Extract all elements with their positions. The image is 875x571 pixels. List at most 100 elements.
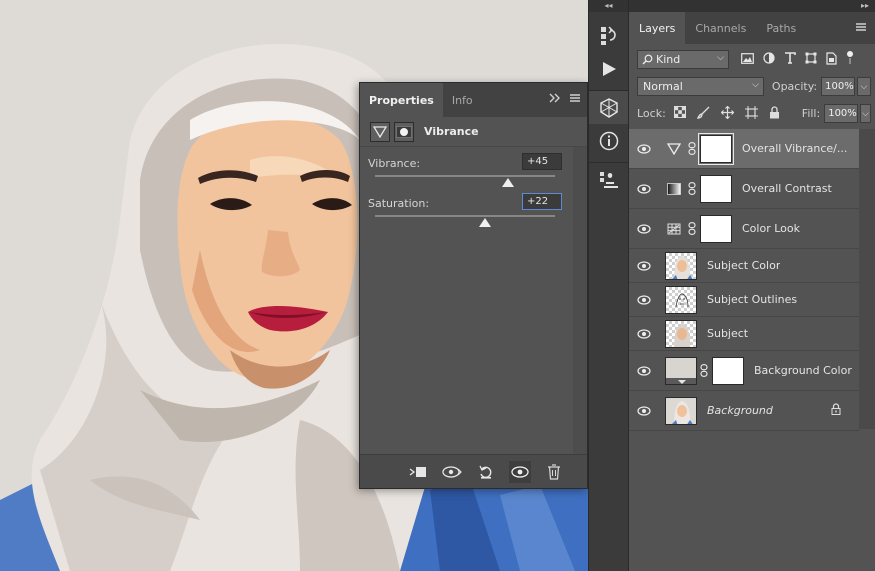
layer-background-color[interactable]: Background Color bbox=[629, 351, 859, 391]
lock-fill-row: Lock: Fill: 100% ⌵ bbox=[629, 100, 875, 127]
layer-name: Subject Outlines bbox=[707, 293, 798, 306]
properties-footer bbox=[360, 454, 587, 488]
tab-layers[interactable]: Layers bbox=[629, 12, 686, 44]
lock-transparent-icon[interactable] bbox=[673, 106, 686, 121]
filter-kind-select[interactable]: Kind ⌵ bbox=[637, 50, 729, 69]
tab-paths[interactable]: Paths bbox=[756, 12, 806, 44]
eye-icon[interactable] bbox=[629, 143, 659, 154]
layer-thumbnail[interactable] bbox=[665, 251, 697, 280]
layers-menu-icon[interactable] bbox=[855, 22, 867, 35]
filter-kind-value: Kind bbox=[656, 53, 681, 66]
lock-all-icon[interactable] bbox=[769, 105, 780, 122]
collapse-layers-icon[interactable]: ▸▸ bbox=[629, 0, 875, 12]
link-icon[interactable] bbox=[687, 222, 697, 235]
saturation-value-field[interactable]: +22 bbox=[522, 193, 562, 210]
vibrance-label: Vibrance: bbox=[368, 157, 421, 170]
filter-type-icon[interactable] bbox=[784, 52, 796, 67]
layer-subject-color[interactable]: Subject Color bbox=[629, 249, 859, 283]
blend-opacity-row: Normal ⌵ Opacity: 100% ⌵ bbox=[629, 73, 875, 100]
layer-mask-thumbnail[interactable] bbox=[712, 356, 744, 385]
layer-subject-outlines[interactable]: Subject Outlines bbox=[629, 283, 859, 317]
levels-layer-icon bbox=[663, 182, 685, 195]
blend-mode-select[interactable]: Normal ⌵ bbox=[637, 77, 764, 96]
clip-to-layer-icon[interactable] bbox=[407, 461, 429, 483]
link-icon[interactable] bbox=[687, 182, 697, 195]
eye-icon[interactable] bbox=[629, 365, 659, 376]
filter-smart-object-icon[interactable] bbox=[826, 51, 837, 68]
lock-artboard-icon[interactable] bbox=[744, 105, 758, 122]
layer-list: Overall Vibrance/... Overall Contrast Co… bbox=[629, 129, 859, 431]
lock-position-icon[interactable] bbox=[720, 105, 735, 122]
history-panel-icon[interactable] bbox=[589, 18, 629, 52]
color-lookup-layer-icon bbox=[663, 223, 685, 235]
vibrance-slider-thumb[interactable] bbox=[502, 178, 515, 187]
fill-field[interactable]: 100% bbox=[824, 104, 858, 123]
eye-icon[interactable] bbox=[629, 183, 659, 194]
properties-tab-bar: Properties Info bbox=[360, 83, 587, 117]
saturation-slider-thumb[interactable] bbox=[478, 218, 491, 227]
layer-overall-contrast[interactable]: Overall Contrast bbox=[629, 169, 859, 209]
filter-adjustment-icon[interactable] bbox=[763, 52, 775, 67]
saturation-label: Saturation: bbox=[368, 197, 430, 210]
opacity-label: Opacity: bbox=[771, 80, 818, 93]
toggle-visibility-icon[interactable] bbox=[509, 460, 531, 483]
layer-name: Subject bbox=[707, 327, 749, 340]
layer-subject[interactable]: Subject bbox=[629, 317, 859, 351]
fill-dropdown-icon[interactable]: ⌵ bbox=[859, 104, 871, 123]
vibrance-slider-group: Vibrance: +45 bbox=[360, 147, 587, 187]
layer-color-look[interactable]: Color Look bbox=[629, 209, 859, 249]
filter-pixel-icon[interactable] bbox=[741, 52, 754, 67]
opacity-dropdown-icon[interactable]: ⌵ bbox=[856, 77, 871, 96]
lock-pixels-icon[interactable] bbox=[696, 106, 710, 122]
collapse-dock-icon[interactable]: ◂◂ bbox=[589, 0, 628, 12]
collapse-panel-icon[interactable] bbox=[549, 93, 561, 106]
layer-thumbnail[interactable] bbox=[665, 396, 697, 425]
link-icon[interactable] bbox=[687, 142, 697, 155]
panel-dock-strip: ◂◂ bbox=[588, 0, 629, 571]
properties-panel: Properties Info Vibrance Vibrance: +45 S… bbox=[359, 82, 588, 489]
link-icon[interactable] bbox=[699, 364, 709, 377]
eye-icon[interactable] bbox=[629, 260, 659, 271]
layers-scrollbar[interactable] bbox=[859, 129, 875, 429]
layer-name: Color Look bbox=[742, 222, 800, 235]
adjustments-panel-icon[interactable] bbox=[589, 90, 629, 124]
layer-filter-row: Kind ⌵ bbox=[629, 46, 875, 73]
clone-source-icon[interactable] bbox=[589, 162, 629, 196]
eye-icon[interactable] bbox=[629, 328, 659, 339]
tab-properties[interactable]: Properties bbox=[360, 83, 443, 117]
reset-adjustment-icon[interactable] bbox=[475, 461, 497, 483]
layer-mask-icon[interactable] bbox=[394, 121, 414, 142]
vibrance-slider-track[interactable] bbox=[375, 175, 555, 177]
info-panel-icon[interactable] bbox=[589, 124, 629, 158]
layer-background[interactable]: Background bbox=[629, 391, 859, 431]
layer-thumbnail[interactable] bbox=[665, 319, 697, 348]
fill-layer-thumbnail[interactable] bbox=[665, 356, 697, 385]
eye-icon[interactable] bbox=[629, 405, 659, 416]
layers-panel: ▸▸ Layers Channels Paths Kind ⌵ Normal ⌵ bbox=[628, 0, 875, 571]
delete-adjustment-icon[interactable] bbox=[543, 461, 565, 483]
eye-icon[interactable] bbox=[629, 223, 659, 234]
tab-info[interactable]: Info bbox=[443, 83, 482, 117]
saturation-slider-group: Saturation: +22 bbox=[360, 187, 587, 227]
layer-mask-thumbnail[interactable] bbox=[698, 132, 734, 165]
lock-icon[interactable] bbox=[831, 403, 841, 418]
saturation-slider-track[interactable] bbox=[375, 215, 555, 217]
filter-toggle-icon[interactable] bbox=[846, 51, 854, 68]
layer-mask-thumbnail[interactable] bbox=[700, 174, 732, 203]
layer-thumbnail[interactable] bbox=[665, 285, 697, 314]
layer-name: Overall Vibrance/... bbox=[742, 142, 848, 155]
properties-scrollbar[interactable] bbox=[573, 147, 587, 454]
filter-shape-icon[interactable] bbox=[805, 52, 817, 67]
opacity-field[interactable]: 100% bbox=[821, 77, 855, 96]
layer-name: Subject Color bbox=[707, 259, 781, 272]
actions-play-icon[interactable] bbox=[589, 52, 629, 86]
layer-overall-vibrance[interactable]: Overall Vibrance/... bbox=[629, 129, 859, 169]
view-previous-state-icon[interactable] bbox=[441, 461, 463, 483]
panel-menu-icon[interactable] bbox=[569, 93, 581, 106]
layer-mask-thumbnail[interactable] bbox=[700, 214, 732, 243]
adjustment-title: Vibrance bbox=[424, 125, 479, 138]
eye-icon[interactable] bbox=[629, 294, 659, 305]
vibrance-value-field[interactable]: +45 bbox=[522, 153, 562, 170]
tab-channels[interactable]: Channels bbox=[685, 12, 756, 44]
vibrance-adjustment-icon[interactable] bbox=[370, 121, 390, 142]
